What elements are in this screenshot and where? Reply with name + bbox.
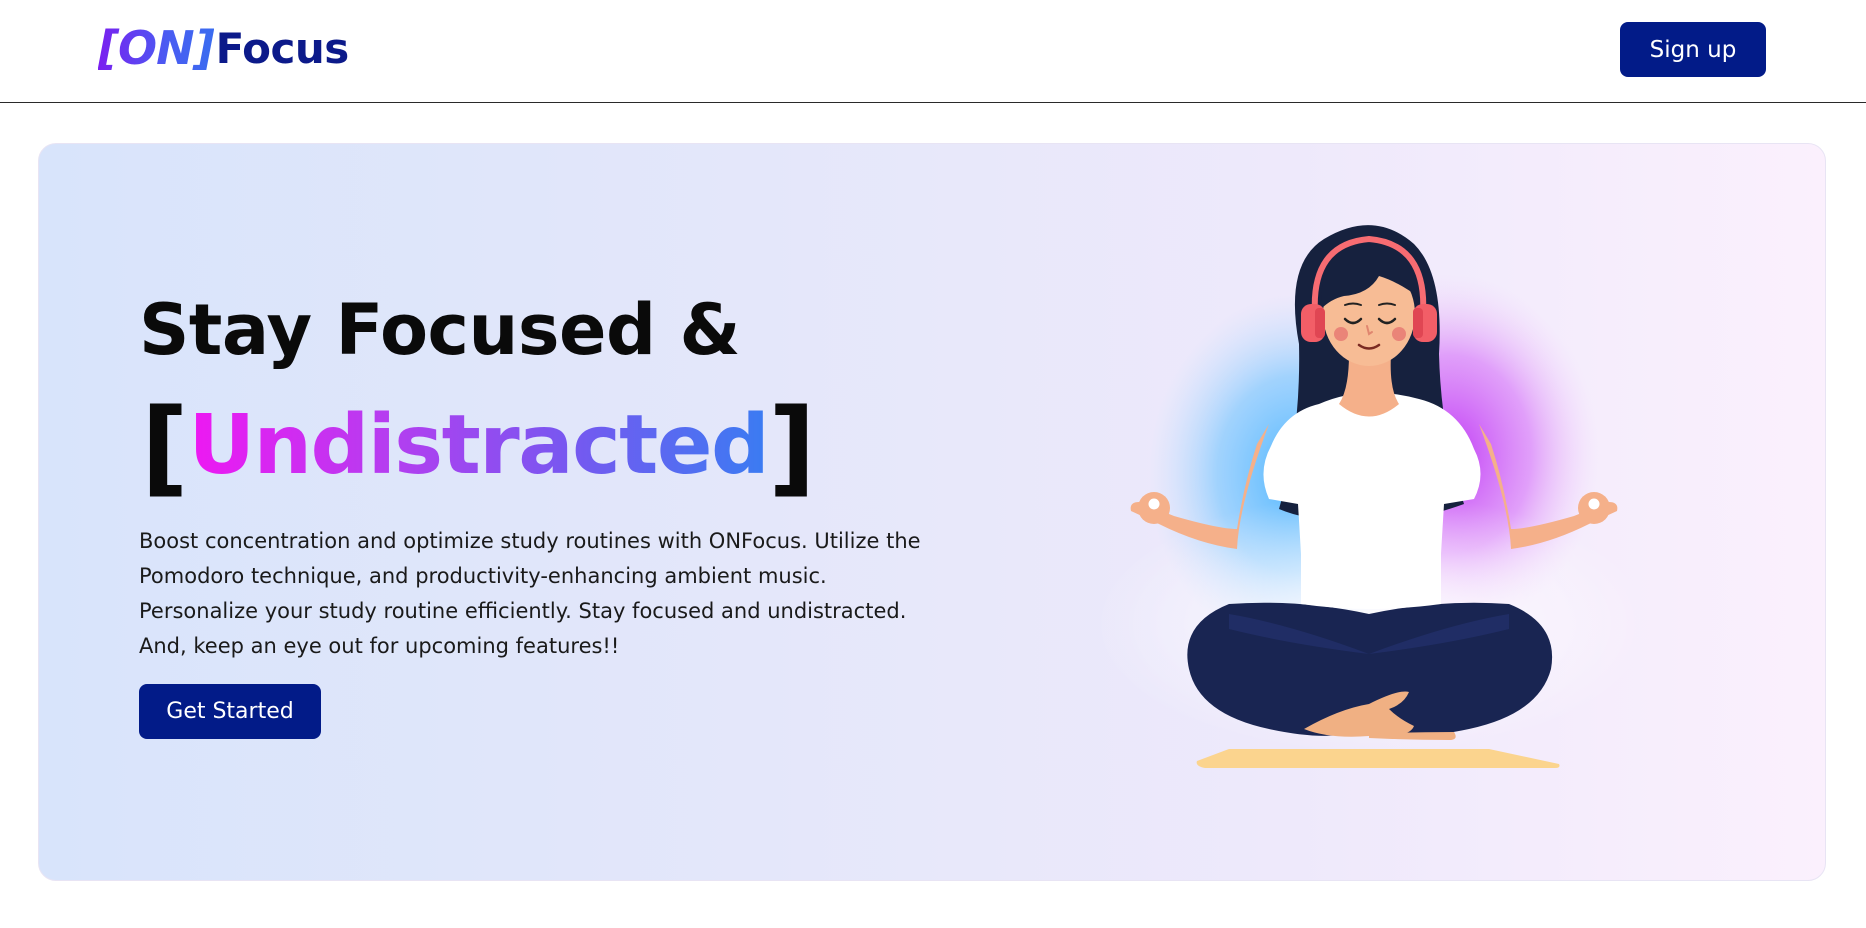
hero-highlight-row: [ Undistracted ] [141,392,816,502]
left-cheek [1334,327,1348,341]
hero-description: Boost concentration and optimize study r… [139,529,921,658]
top-navbar: [ON] Focus Sign up [0,0,1866,103]
onfocus-logo[interactable]: [ON] Focus [98,18,349,78]
yoga-mat [1196,749,1560,768]
right-cheek [1392,327,1406,341]
get-started-button[interactable]: Get Started [139,684,321,739]
sign-up-button[interactable]: Sign up [1620,22,1766,77]
meditation-illustration [1094,225,1654,768]
close-bracket: ] [768,386,816,508]
hero-section: Stay Focused & [ Undistracted ] Boost co… [38,143,1826,881]
logo-on-mark: [ON] [98,21,215,75]
undistracted-gradient-text: Undistracted [189,398,770,497]
open-bracket: [ [141,386,189,508]
logo-focus-text: Focus [215,23,350,73]
hero-headline: Stay Focused & [139,289,741,371]
